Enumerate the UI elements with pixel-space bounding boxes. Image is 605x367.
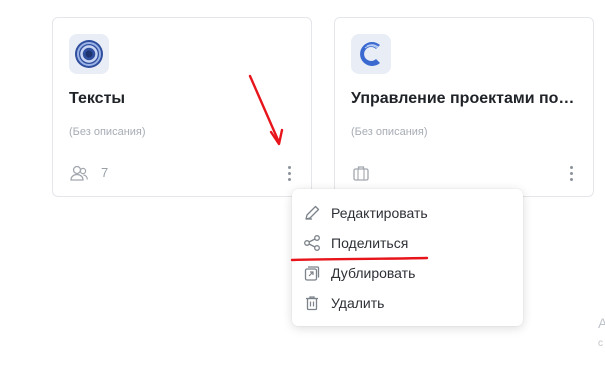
menu-item-edit[interactable]: Редактировать bbox=[292, 198, 523, 228]
project-description: (Без описания) bbox=[351, 126, 428, 138]
pencil-icon bbox=[305, 205, 320, 220]
clipped-text: с bbox=[598, 338, 603, 349]
project-logo-c-icon bbox=[351, 34, 391, 74]
menu-item-delete[interactable]: Удалить bbox=[292, 288, 523, 318]
menu-item-label: Дублировать bbox=[331, 265, 416, 281]
annotation-underline bbox=[290, 256, 429, 262]
project-description: (Без описания) bbox=[69, 126, 146, 138]
duplicate-icon bbox=[304, 266, 320, 281]
member-count: 7 bbox=[101, 165, 109, 180]
briefcase-icon bbox=[353, 166, 369, 181]
annotation-arrow bbox=[248, 74, 284, 146]
trash-icon bbox=[306, 296, 318, 311]
more-options-icon[interactable] bbox=[565, 162, 577, 184]
clipped-text: А bbox=[598, 315, 605, 331]
menu-item-label: Поделиться bbox=[331, 235, 409, 251]
menu-item-label: Редактировать bbox=[331, 205, 428, 221]
project-logo-disc-icon bbox=[69, 34, 109, 74]
share-icon bbox=[304, 235, 320, 251]
project-card-management[interactable]: Управление проектами по А... (Без описан… bbox=[334, 17, 594, 197]
project-title[interactable]: Управление проектами по А... bbox=[351, 90, 577, 108]
people-icon bbox=[70, 165, 88, 181]
menu-item-label: Удалить bbox=[331, 295, 385, 311]
more-options-icon[interactable] bbox=[283, 162, 295, 184]
